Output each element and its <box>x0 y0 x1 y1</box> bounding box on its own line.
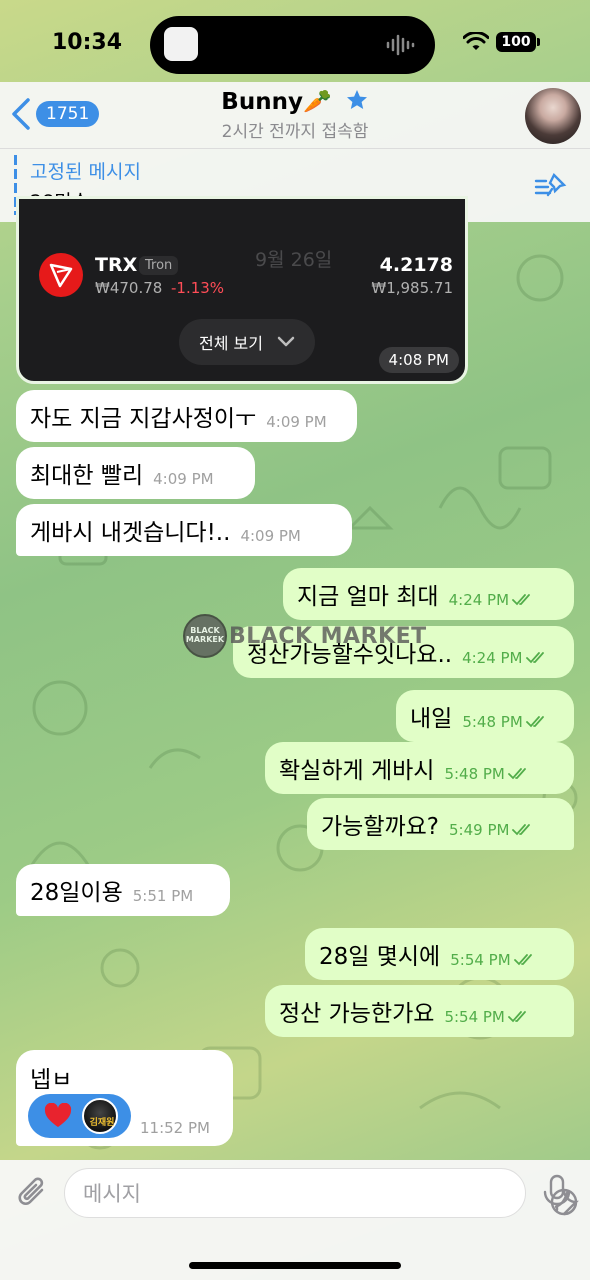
mic-icon[interactable] <box>542 1174 572 1212</box>
message-time: 4:24 PM <box>462 649 523 667</box>
message-bubble-incoming[interactable]: 자도 지금 지갑사정이ㅜ 4:09 PM <box>16 390 357 442</box>
message-bubble-outgoing[interactable]: 지금 얼마 최대 4:24 PM <box>283 568 574 620</box>
home-indicator <box>189 1262 401 1269</box>
message-bubble-outgoing[interactable]: 가능할까요? 5:49 PM <box>307 798 574 850</box>
coin-name-tag: Tron <box>139 256 179 275</box>
message-time: 4:09 PM <box>240 527 301 545</box>
back-chevron-icon <box>12 98 30 130</box>
watermark-badge: BLACK MARKEK <box>183 614 227 658</box>
message-input[interactable] <box>83 1177 463 1211</box>
message-text: 28일이용 <box>30 880 123 906</box>
double-check-icon <box>507 1011 526 1023</box>
contact-avatar[interactable] <box>525 88 581 144</box>
star-icon <box>346 90 367 109</box>
message-text: 지금 얼마 최대 <box>297 584 439 610</box>
message-time: 4:09 PM <box>153 470 214 488</box>
crypto-wallet-card: 9월 26일 TRX Tron ₩470.78 -1.13% 4.2178 ₩1… <box>16 196 468 384</box>
status-time: 10:34 <box>52 30 123 55</box>
dynamic-island <box>150 16 435 74</box>
double-check-icon <box>512 824 531 836</box>
coin-price: ₩470.78 <box>95 279 163 297</box>
double-check-icon <box>512 594 530 606</box>
battery-indicator: 100 <box>496 32 536 52</box>
unread-count-badge: 1751 <box>36 101 100 127</box>
view-all-label: 전체 보기 <box>199 334 263 353</box>
message-bubble-outgoing[interactable]: 28일 몇시에 5:54 PM <box>305 928 574 980</box>
message-text: 28일 몇시에 <box>319 944 441 970</box>
watermark: BLACK MARKEK BLACK MARKET <box>183 614 427 658</box>
message-text: 확실하게 게바시 <box>279 758 435 784</box>
coin-value: ₩1,985.71 <box>371 279 453 297</box>
chat-title-block[interactable]: Bunny🥕 2시간 전까지 접속함 <box>150 88 440 142</box>
message-time: 4:08 PM <box>378 347 459 373</box>
wifi-icon <box>463 32 489 50</box>
coin-symbol: TRX <box>95 254 138 276</box>
message-time: 5:48 PM <box>462 713 523 731</box>
pinned-title: 고정된 메시지 <box>30 161 141 183</box>
message-bubble-outgoing[interactable]: 내일 5:48 PM <box>396 690 574 742</box>
message-time: 5:54 PM <box>450 951 511 969</box>
message-bubble-incoming[interactable]: 게바시 내겟습니다!.. 4:09 PM <box>16 504 352 556</box>
island-app-icon <box>164 27 198 61</box>
message-text: 내일 <box>410 706 453 732</box>
message-text: 게바시 내겟습니다!.. <box>30 520 231 546</box>
coin-amount: 4.2178 <box>379 254 453 276</box>
message-composer <box>0 1160 590 1280</box>
coin-change: -1.13% <box>171 279 225 297</box>
message-bubble-incoming[interactable]: 최대한 빨리 4:09 PM <box>16 447 255 499</box>
message-text: 최대한 빨리 <box>30 463 144 489</box>
message-time: 4:09 PM <box>266 413 327 431</box>
watermark-text: BLACK MARKET <box>229 623 427 649</box>
message-time: 5:51 PM <box>132 887 194 905</box>
message-reactions[interactable]: 김재원 <box>28 1094 131 1138</box>
reactor-label: 김재원 <box>89 1118 115 1128</box>
message-time: 11:52 PM <box>140 1119 210 1137</box>
back-button[interactable]: 1751 <box>10 94 100 134</box>
heart-icon <box>44 1103 72 1127</box>
message-text: 넵ㅂ <box>30 1067 73 1093</box>
audio-wave-icon <box>386 34 415 56</box>
chevron-down-icon <box>277 336 295 347</box>
message-bubble-outgoing[interactable]: 정산 가능한가요 5:54 PM <box>265 985 574 1037</box>
attach-icon[interactable] <box>16 1176 50 1212</box>
double-check-icon <box>513 954 532 966</box>
message-text: 가능할까요? <box>321 814 440 840</box>
message-text: 정산 가능한가요 <box>279 1001 435 1027</box>
pin-list-icon[interactable] <box>534 171 568 199</box>
view-all-button[interactable]: 전체 보기 <box>179 319 315 365</box>
reactor-avatar: 김재원 <box>82 1098 118 1134</box>
message-time: 4:24 PM <box>448 591 510 609</box>
status-bar: 10:34 100 <box>0 0 590 82</box>
battery-nub <box>537 38 540 46</box>
chat-last-seen: 2시간 전까지 접속함 <box>221 122 369 142</box>
trx-logo-icon <box>39 253 83 297</box>
message-bubble-outgoing[interactable]: 확실하게 게바시 5:48 PM <box>265 742 574 794</box>
chat-header: 1751 Bunny🥕 2시간 전까지 접속함 <box>0 82 590 148</box>
message-time: 5:48 PM <box>444 765 505 783</box>
message-time: 5:54 PM <box>444 1008 505 1026</box>
message-bubble-incoming[interactable]: 28일이용 5:51 PM <box>16 864 230 916</box>
chat-title: Bunny🥕 <box>221 89 332 115</box>
double-check-icon <box>525 652 544 664</box>
card-date-label: 9월 26일 <box>255 249 333 271</box>
message-time: 5:49 PM <box>449 821 510 839</box>
double-check-icon <box>507 768 526 780</box>
double-check-icon <box>525 716 544 728</box>
message-text: 자도 지금 지갑사정이ㅜ <box>30 406 257 432</box>
message-input-wrapper <box>64 1168 579 1218</box>
